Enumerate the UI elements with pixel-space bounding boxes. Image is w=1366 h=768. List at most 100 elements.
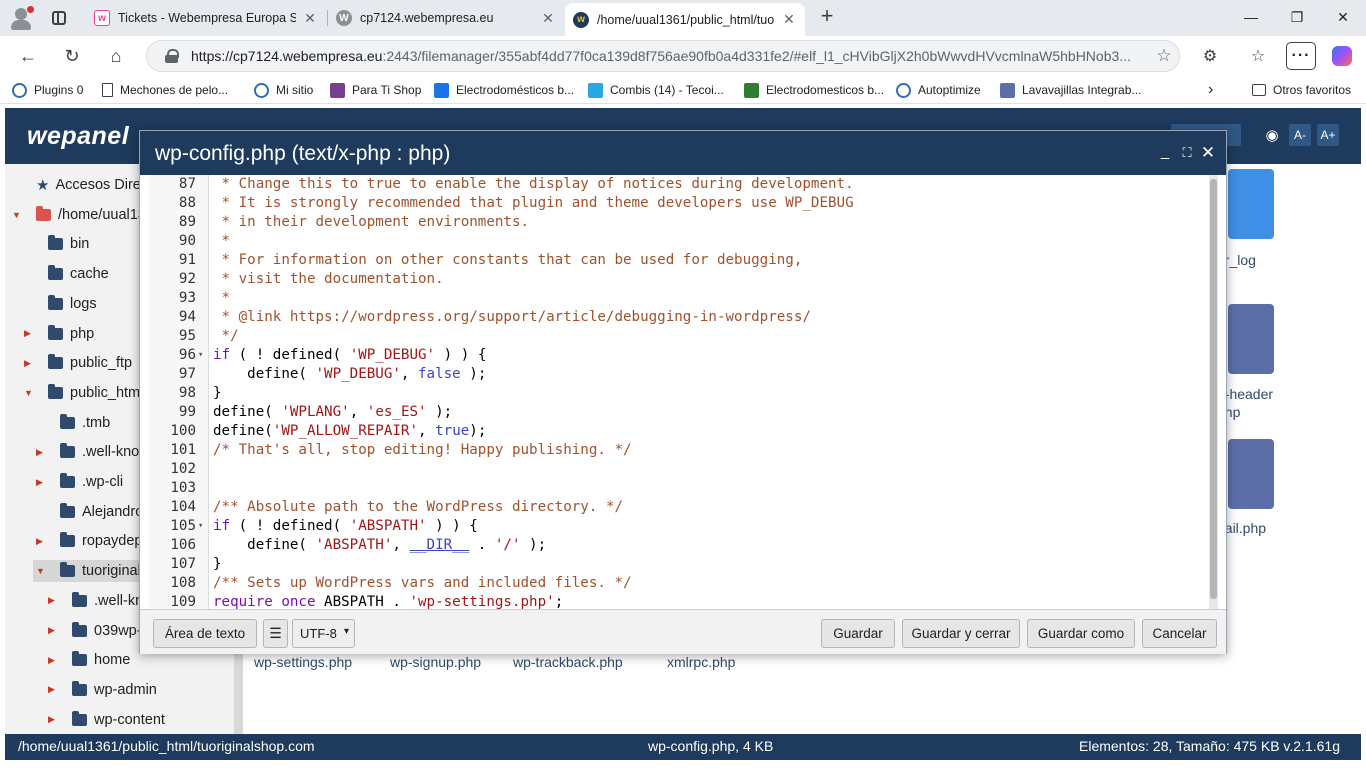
code-line[interactable]: 87 * Change this to true to enable the d… [149,175,1209,194]
code-line[interactable]: 108 /** Sets up WordPress vars and includ… [149,574,1209,593]
collapsed-arrow-icon[interactable]: ▶ [48,655,58,666]
code-line[interactable]: 95 */ [149,327,1209,346]
php-file-icon[interactable] [1228,439,1278,509]
collapsed-arrow-icon[interactable]: ▶ [48,595,58,606]
bookmark-item[interactable]: Autoptimize [896,81,981,99]
file-label[interactable]: wp-signup.php [390,654,481,670]
code-line[interactable]: 103 [149,479,1209,498]
expanded-arrow-icon[interactable]: ▼ [24,388,34,398]
bookmark-item[interactable]: Mi sitio [254,81,313,99]
profile-avatar-icon[interactable] [8,5,34,31]
code-line[interactable]: 101 /* That's all, stop editing! Happy pu… [149,441,1209,460]
encoding-select[interactable]: UTF-8 ▾ [292,619,355,648]
extensions-icon[interactable]: ⚙ [1198,44,1222,68]
code-line[interactable]: 92 * visit the documentation. [149,270,1209,289]
bookmark-item[interactable]: Combis (14) - Tecoi... [588,81,724,99]
settings-menu-icon[interactable]: ··· [1286,42,1316,70]
minimize-dialog-icon[interactable]: _ [1156,143,1174,163]
file-label[interactable]: wp-settings.php [254,654,352,670]
close-dialog-icon[interactable]: ✕ [1199,143,1217,163]
php-file-icon[interactable] [1228,304,1278,374]
text-area-button[interactable]: Área de texto [153,619,257,648]
more-bookmarks-chevron-icon[interactable]: › [1208,81,1213,99]
browser-tab-filemanager[interactable]: w /home/uual1361/public_html/tuo ✕ [565,3,805,36]
save-as-button[interactable]: Guardar como [1027,619,1135,648]
code-line[interactable]: 91 * For information on other constants … [149,251,1209,270]
editor-title[interactable]: wp-config.php (text/x-php : php) [140,131,1226,175]
font-increase-button[interactable]: A+ [1317,124,1339,146]
collapsed-arrow-icon[interactable]: ▶ [24,358,34,369]
copilot-icon[interactable] [1332,46,1352,66]
tab-actions-icon[interactable] [48,7,70,29]
bookmark-item[interactable]: Lavavajillas Integrab... [1000,81,1141,99]
code-line[interactable]: 107} [149,555,1209,574]
back-arrow-icon[interactable]: ← [14,42,42,70]
bookmark-item[interactable]: Mechones de pelo... [102,81,228,99]
code-editor[interactable]: 87 * Change this to true to enable the d… [149,175,1218,609]
code-line[interactable]: 93 * [149,289,1209,308]
code-line[interactable]: 100 define('WP_ALLOW_REPAIR', true); [149,422,1209,441]
expanded-arrow-icon[interactable]: ▼ [36,566,46,576]
code-line[interactable]: 94 * @link https://wordpress.org/support… [149,308,1209,327]
code-line[interactable]: 88 * It is strongly recommended that plu… [149,194,1209,213]
address-bar[interactable]: https://cp7124.webempresa.eu:2443/filema… [146,40,1180,72]
other-favorites[interactable]: Otros favoritos [1252,81,1351,99]
collapsed-arrow-icon[interactable]: ▶ [48,625,58,636]
tree-item-wp-admin[interactable]: ▶ wp-admin [5,679,234,701]
minimize-window-icon[interactable]: — [1228,0,1274,34]
settings-sliders-icon[interactable]: ☰ [263,619,288,648]
code-line[interactable]: 104 /** Absolute path to the WordPress di… [149,498,1209,517]
save-and-close-button[interactable]: Guardar y cerrar [902,619,1020,648]
bookmark-item[interactable]: Plugins 0 [12,81,83,99]
url-text[interactable]: https://cp7124.webempresa.eu:2443/filema… [191,48,1149,64]
tree-item-wp-content[interactable]: ▶ wp-content [5,709,234,731]
cancel-button[interactable]: Cancelar [1142,619,1217,648]
close-tab-icon[interactable]: ✕ [302,10,318,27]
close-tab-icon[interactable]: ✕ [540,10,556,27]
collapsed-arrow-icon[interactable]: ▶ [48,714,58,725]
wepanel-logo: wepanel [27,122,130,150]
code-line[interactable]: 98} [149,384,1209,403]
home-icon[interactable]: ⌂ [102,42,130,70]
bookmark-item[interactable]: Electrodomesticos b... [744,81,884,99]
new-tab-icon[interactable]: + [816,5,838,27]
expanded-arrow-icon[interactable]: ▼ [12,210,22,220]
collapsed-arrow-icon[interactable]: ▶ [48,684,58,695]
favorite-star-icon[interactable]: ☆ [1149,46,1179,66]
font-decrease-button[interactable]: A- [1289,124,1311,146]
scroll-thumb[interactable] [1210,179,1217,599]
code-line[interactable]: 96 ▾ if ( ! defined( 'WP_DEBUG' ) ) { [149,346,1209,365]
file-label[interactable]: xmlrpc.php [667,654,735,670]
bookmark-item[interactable]: Para Ti Shop [330,81,421,99]
code-line[interactable]: 97 define( 'WP_DEBUG', false ); [149,365,1209,384]
code-line[interactable]: 102 [149,460,1209,479]
site-info-icon[interactable] [165,49,179,63]
collapsed-arrow-icon[interactable]: ▶ [36,536,46,547]
code-line[interactable]: 109 require_once ABSPATH . 'wp-settings.p… [149,593,1209,609]
code-line[interactable]: 89 * in their development environments. [149,213,1209,232]
code-line[interactable]: 106 define( 'ABSPATH', __DIR__ . '/' ); [149,536,1209,555]
fold-arrow-icon[interactable]: ▾ [198,517,208,536]
code-line[interactable]: 99 define( 'WPLANG', 'es_ES' ); [149,403,1209,422]
code-scrollbar[interactable] [1209,175,1218,609]
browser-tab-tickets[interactable]: w Tickets - Webempresa Europa S.L. ✕ [86,3,326,33]
close-tab-icon[interactable]: ✕ [781,11,797,28]
collapsed-arrow-icon[interactable]: ▶ [24,328,34,339]
restore-window-icon[interactable]: ❐ [1274,0,1320,34]
collapsed-arrow-icon[interactable]: ▶ [36,477,46,488]
text-file-icon[interactable] [1228,169,1278,239]
reload-icon[interactable]: ↻ [58,42,86,70]
bookmark-item[interactable]: Electrodomésticos b... [434,81,574,99]
favorites-icon[interactable]: ☆ [1246,44,1270,68]
save-button[interactable]: Guardar [821,619,895,648]
view-eye-icon[interactable]: ◉ [1261,124,1283,146]
collapsed-arrow-icon[interactable]: ▶ [36,447,46,458]
file-label[interactable]: wp-trackback.php [513,654,623,670]
line-number: 91 [178,252,196,268]
code-line[interactable]: 90 * [149,232,1209,251]
fold-arrow-icon[interactable]: ▾ [198,346,208,365]
code-line[interactable]: 105 ▾ if ( ! defined( 'ABSPATH' ) ) { [149,517,1209,536]
browser-tab-cpanel[interactable]: W cp7124.webempresa.eu ✕ [328,3,564,33]
maximize-dialog-icon[interactable]: ⛶ [1178,145,1196,165]
close-window-icon[interactable]: ✕ [1320,0,1366,34]
